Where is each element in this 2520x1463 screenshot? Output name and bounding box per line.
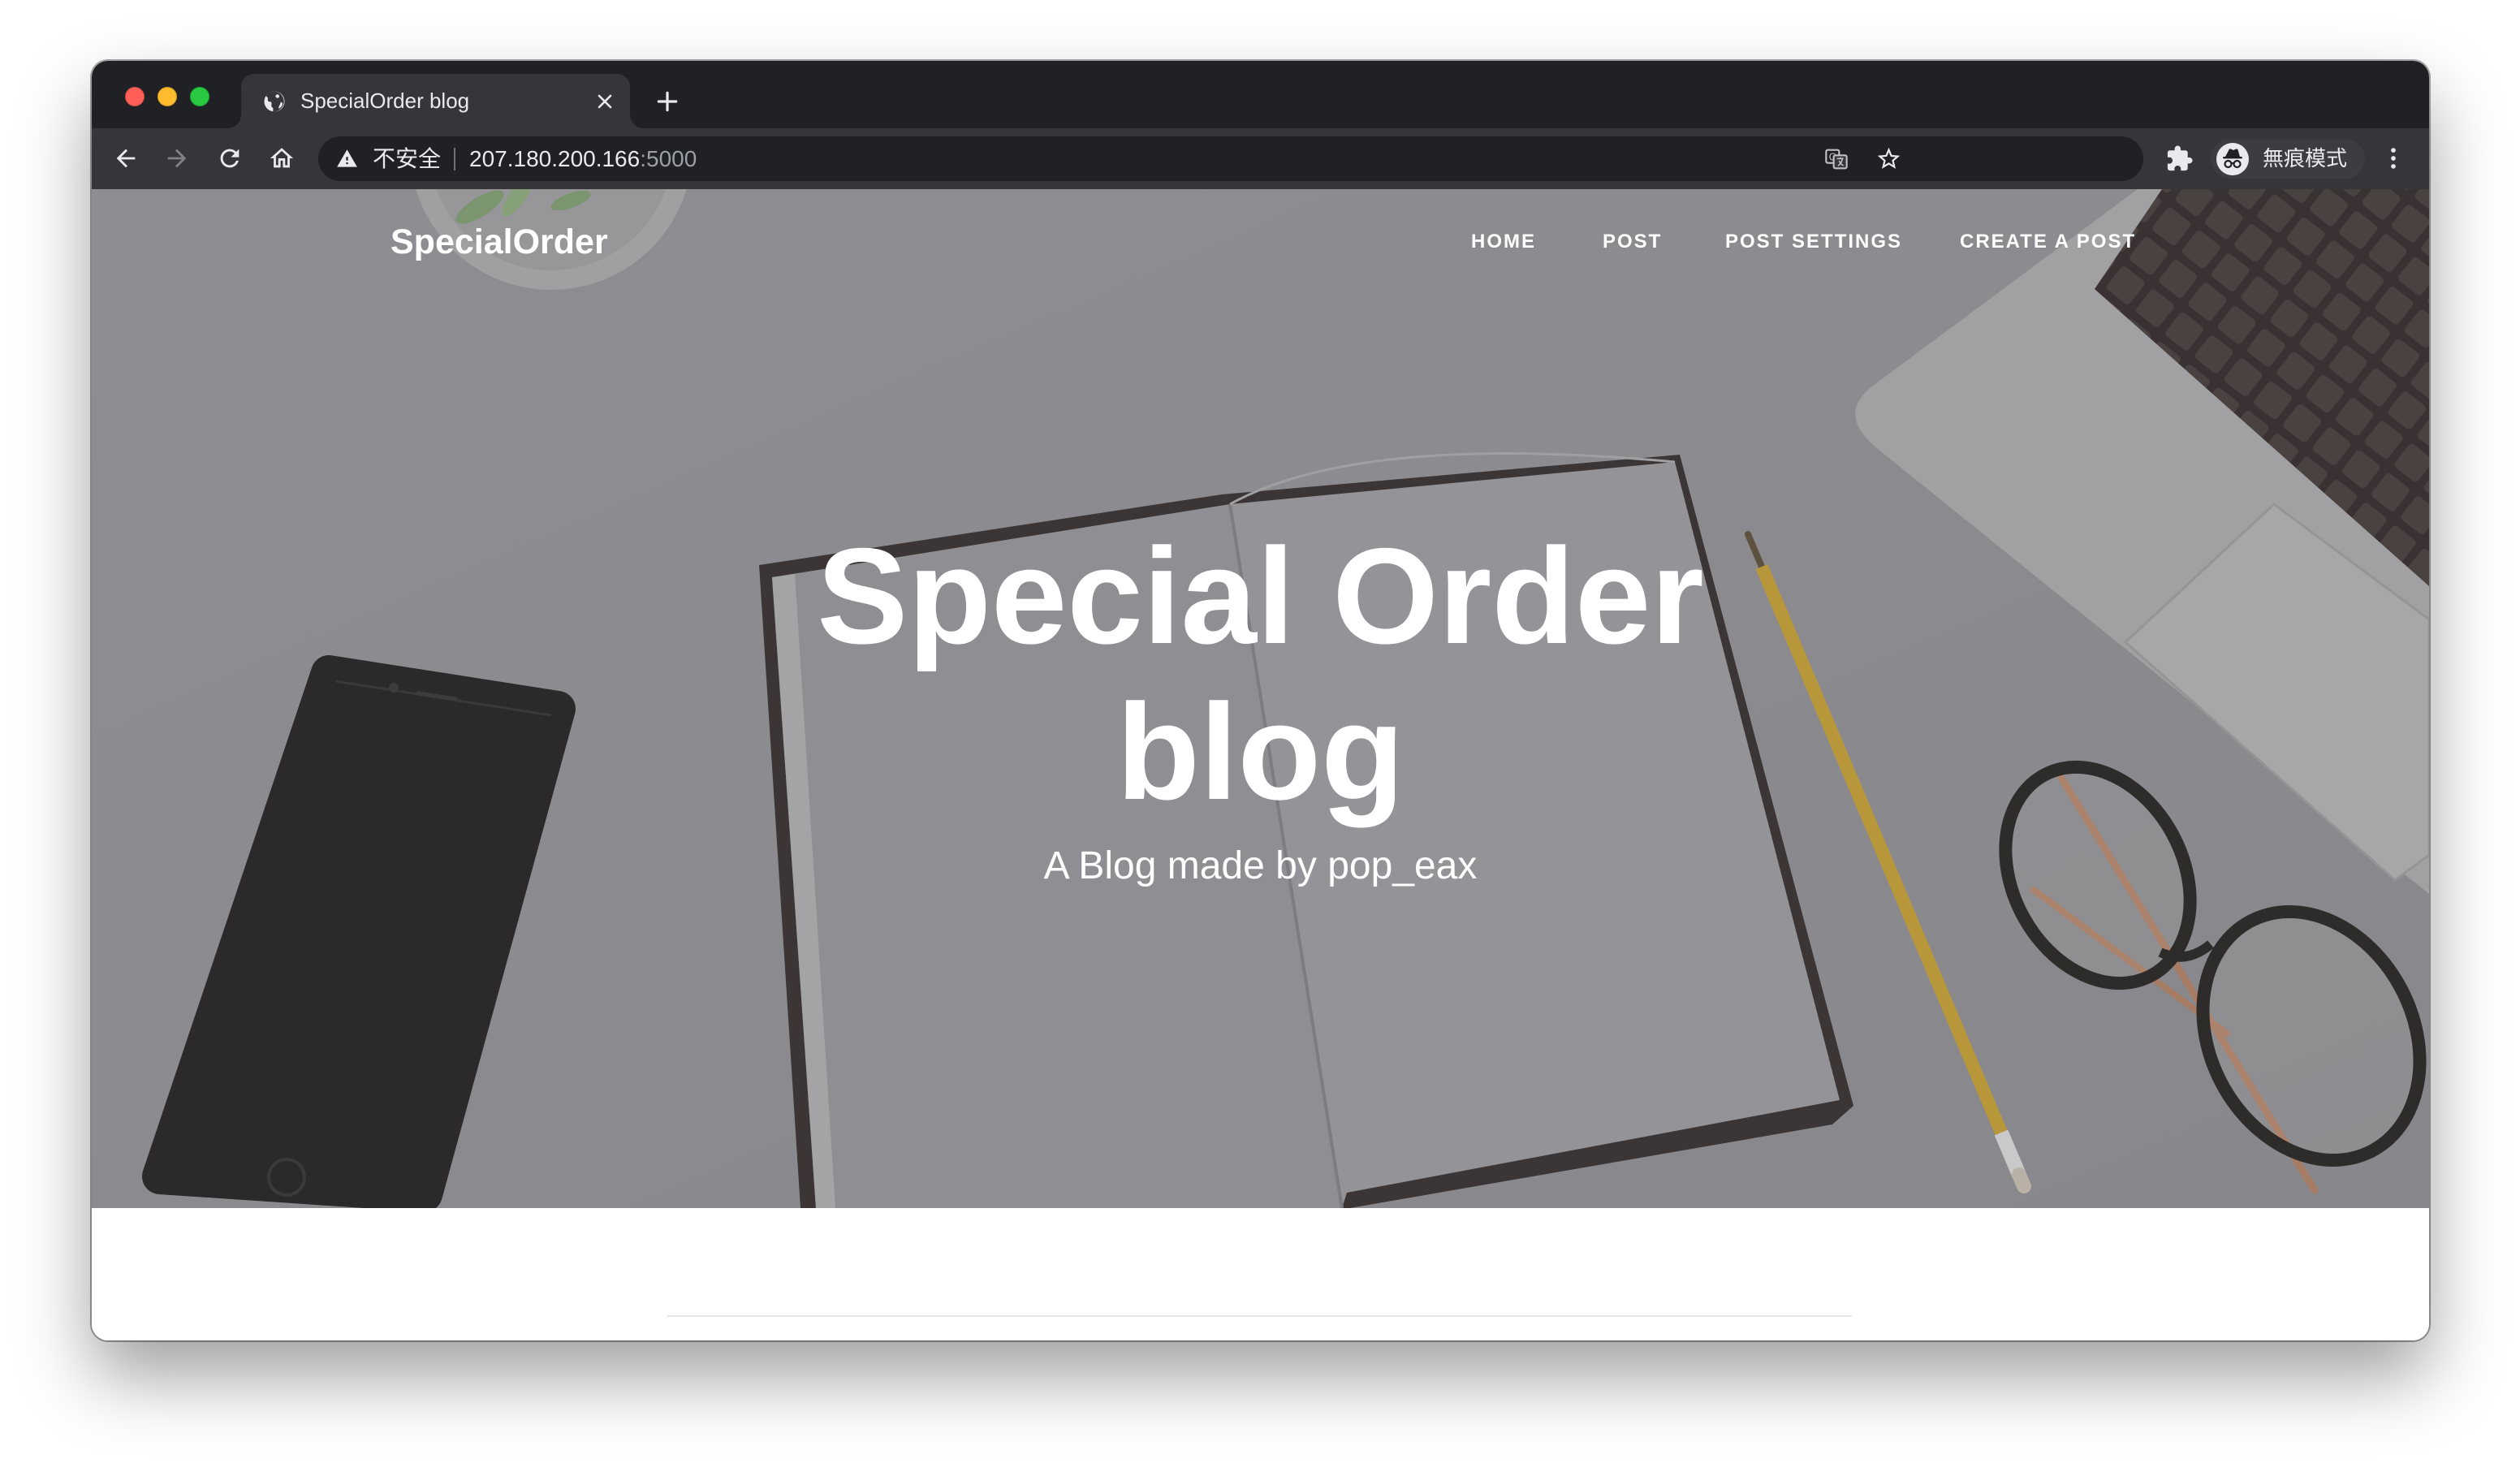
- tab-title: SpecialOrder blog: [300, 88, 470, 113]
- star-icon[interactable]: [1875, 145, 1902, 172]
- warning-icon[interactable]: [336, 148, 358, 170]
- window-minimize-button[interactable]: [158, 87, 177, 106]
- arrow-right-icon[interactable]: [163, 145, 191, 172]
- profile-label: 無痕模式: [2263, 146, 2348, 170]
- globe-icon: [262, 89, 287, 114]
- main-content: [92, 1208, 2429, 1340]
- close-icon[interactable]: [595, 92, 615, 111]
- address-separator: [454, 148, 455, 170]
- page-title: Special Order blog: [817, 520, 1704, 828]
- incognito-profile-button[interactable]: 無痕模式: [2211, 139, 2365, 179]
- incognito-icon: [2216, 142, 2250, 176]
- content-divider: [667, 1315, 1852, 1317]
- url-host: 207.180.200.166: [469, 146, 641, 171]
- browser-tab[interactable]: SpecialOrder blog: [228, 74, 643, 128]
- arrow-left-icon[interactable]: [112, 145, 140, 172]
- address-bar[interactable]: 不安全 207.180.200.166:5000 G: [318, 136, 2143, 181]
- nav-item-create-a-post[interactable]: CREATE A POST: [1960, 230, 2136, 254]
- hero-header: SpecialOrder HOME POST POST SETTINGS CRE…: [92, 189, 2429, 1208]
- home-icon[interactable]: [268, 145, 296, 172]
- translate-icon[interactable]: G: [1823, 146, 1849, 172]
- more-vert-icon[interactable]: [2380, 145, 2407, 172]
- browser-window: SpecialOrder blog 不安全 207.180.200.166:50…: [92, 61, 2429, 1340]
- window-zoom-button[interactable]: [190, 87, 209, 106]
- site-brand-link[interactable]: SpecialOrder: [391, 222, 608, 262]
- title-bar: SpecialOrder blog: [92, 61, 2429, 128]
- security-label[interactable]: 不安全: [373, 136, 441, 181]
- puzzle-icon[interactable]: [2165, 145, 2194, 173]
- nav-item-post[interactable]: POST: [1603, 230, 1662, 254]
- window-close-button[interactable]: [125, 87, 145, 106]
- page-subtitle: A Blog made by pop_eax: [1043, 844, 1478, 887]
- browser-toolbar: 不安全 207.180.200.166:5000 G 無痕模式: [92, 128, 2429, 189]
- nav-item-home[interactable]: HOME: [1471, 230, 1536, 254]
- url-port: :5000: [640, 146, 697, 171]
- nav-item-post-settings[interactable]: POST SETTINGS: [1725, 230, 1902, 254]
- reload-icon[interactable]: [216, 145, 244, 172]
- url-text[interactable]: 207.180.200.166:5000: [469, 136, 697, 181]
- plus-icon[interactable]: [654, 88, 680, 114]
